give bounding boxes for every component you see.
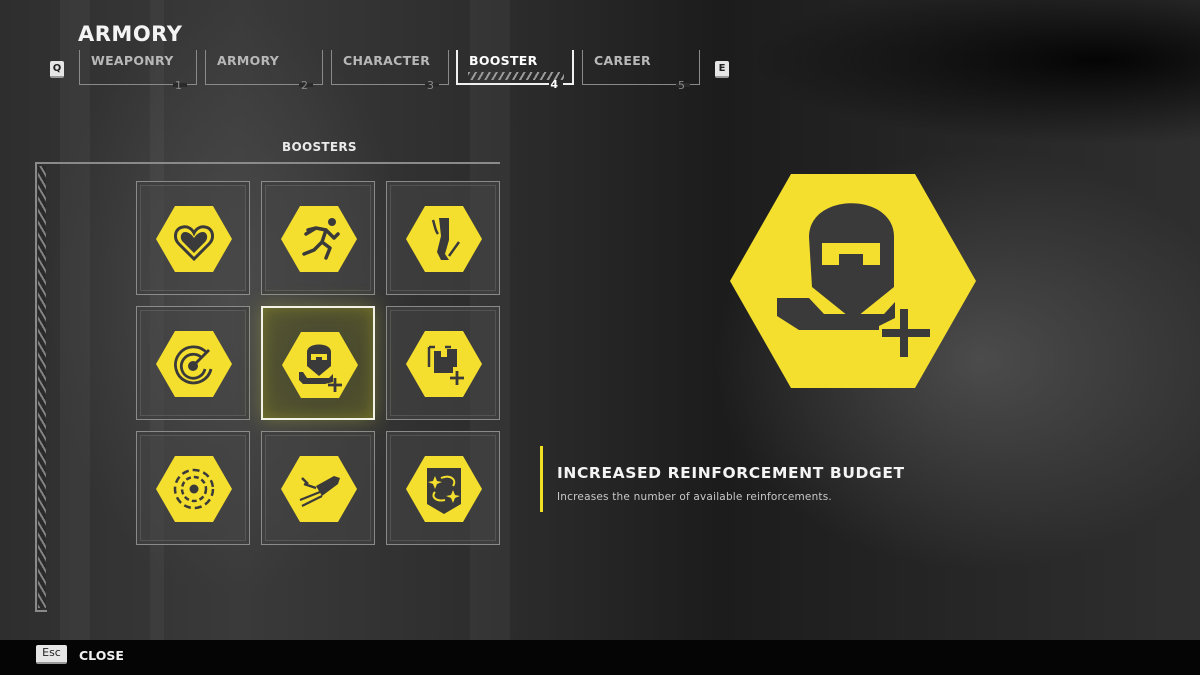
tab-label: CAREER bbox=[594, 53, 651, 68]
supply-box-plus-icon bbox=[406, 331, 482, 397]
tab-booster[interactable]: BOOSTER 4 bbox=[456, 50, 574, 91]
radar-target-icon bbox=[156, 331, 232, 397]
dashed-circles-icon bbox=[156, 456, 232, 522]
close-button[interactable]: CLOSE bbox=[79, 648, 124, 663]
footer-bar bbox=[0, 640, 1200, 675]
booster-slot-reinforcement-selected[interactable] bbox=[261, 306, 375, 420]
shield-sparkle-icon bbox=[406, 456, 482, 522]
prev-tab-key-hint[interactable]: Q bbox=[50, 61, 64, 78]
tab-number: 5 bbox=[678, 79, 685, 92]
tab-number: 2 bbox=[301, 79, 308, 92]
tab-career[interactable]: CAREER 5 bbox=[582, 50, 700, 92]
detail-accent-bar bbox=[540, 446, 543, 512]
booster-slot-shield[interactable] bbox=[386, 431, 500, 545]
reinforcement-plus-icon bbox=[282, 332, 358, 398]
panel-border-tick bbox=[35, 610, 47, 612]
booster-slot-radar[interactable] bbox=[136, 306, 250, 420]
tab-armory[interactable]: ARMORY 2 bbox=[205, 50, 323, 92]
tab-label: BOOSTER bbox=[469, 53, 538, 68]
tab-number: 3 bbox=[427, 79, 434, 92]
booster-slot-legs[interactable] bbox=[386, 181, 500, 295]
booster-slot-supply[interactable] bbox=[386, 306, 500, 420]
esc-key-hint[interactable]: Esc bbox=[36, 645, 67, 664]
booster-detail-description: Increases the number of available reinfo… bbox=[557, 491, 832, 503]
legs-icon bbox=[406, 206, 482, 272]
running-man-icon bbox=[281, 206, 357, 272]
tab-weaponry[interactable]: WEAPONRY 1 bbox=[79, 50, 197, 92]
heart-icon bbox=[156, 206, 232, 272]
tab-number: 4 bbox=[550, 78, 558, 91]
panel-scrollbar[interactable] bbox=[38, 166, 46, 608]
tab-label: CHARACTER bbox=[343, 53, 431, 68]
booster-slot-dashed-circles[interactable] bbox=[136, 431, 250, 545]
booster-slot-stamina[interactable] bbox=[261, 181, 375, 295]
booster-detail-title: INCREASED REINFORCEMENT BUDGET bbox=[557, 464, 905, 482]
tab-character[interactable]: CHARACTER 3 bbox=[331, 50, 449, 92]
page-title: ARMORY bbox=[78, 22, 183, 46]
reinforcement-plus-icon bbox=[730, 174, 976, 388]
tab-number: 1 bbox=[175, 79, 182, 92]
next-tab-key-hint[interactable]: E bbox=[715, 61, 729, 78]
background-stripe bbox=[60, 0, 90, 675]
booster-slot-heart[interactable] bbox=[136, 181, 250, 295]
booster-slot-hellpod[interactable] bbox=[261, 431, 375, 545]
hellpod-flight-icon bbox=[281, 456, 357, 522]
boosters-section-title: BOOSTERS bbox=[282, 140, 357, 154]
tab-label: ARMORY bbox=[217, 53, 280, 68]
panel-border-left bbox=[35, 162, 37, 612]
tab-label: WEAPONRY bbox=[91, 53, 174, 68]
panel-border-top bbox=[35, 162, 500, 164]
